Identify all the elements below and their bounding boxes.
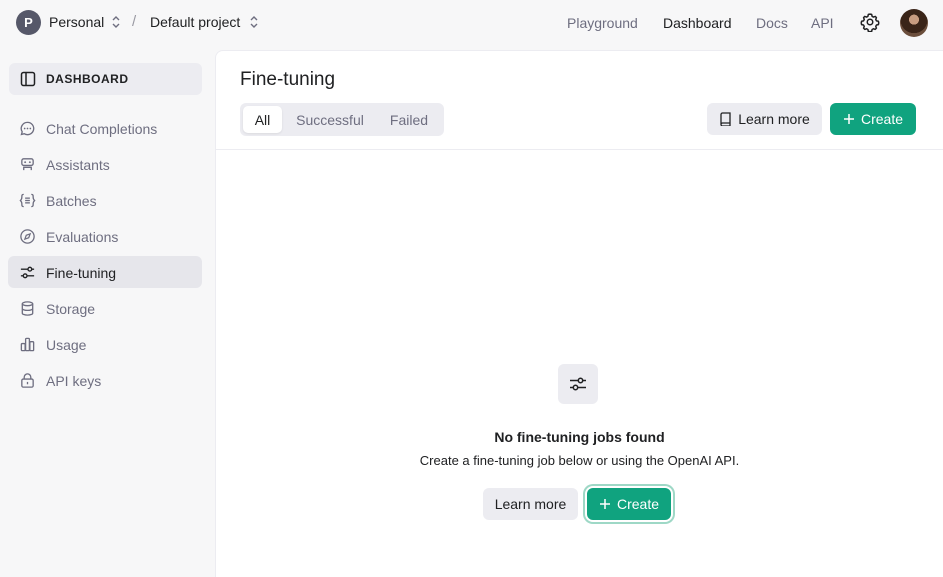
learn-more-label: Learn more <box>738 111 810 127</box>
project-switcher[interactable]: Default project <box>150 14 240 30</box>
sidebar-toggle-icon[interactable] <box>20 71 36 87</box>
chat-bubble-icon <box>20 121 35 136</box>
create-label: Create <box>860 111 904 127</box>
breadcrumb-separator: / <box>132 13 137 30</box>
sidebar-item-label: Usage <box>46 337 87 353</box>
bar-chart-icon <box>20 337 35 352</box>
empty-state-title: No fine-tuning jobs found <box>494 429 665 445</box>
braces-list-icon <box>19 193 36 208</box>
compass-icon <box>20 229 35 244</box>
nav-dashboard[interactable]: Dashboard <box>663 15 732 31</box>
tab-failed[interactable]: Failed <box>378 106 440 133</box>
tab-all[interactable]: All <box>243 106 282 133</box>
gear-icon[interactable] <box>860 12 880 32</box>
page-title: Fine-tuning <box>240 69 336 90</box>
sidebar-item-label: Batches <box>46 193 97 209</box>
book-icon <box>720 112 731 126</box>
sidebar-header[interactable]: DASHBOARD <box>9 63 202 95</box>
org-avatar[interactable]: P <box>16 10 41 35</box>
top-bar: P Personal / Default project Playground … <box>0 0 943 46</box>
empty-state-icon-box <box>558 364 598 404</box>
nav-docs[interactable]: Docs <box>756 15 788 31</box>
nav-api[interactable]: API <box>811 15 834 31</box>
plus-icon <box>843 114 854 124</box>
main-panel: Fine-tuning All Successful Failed Learn … <box>215 50 943 577</box>
sidebar-item-label: API keys <box>46 373 102 389</box>
sidebar-item-usage[interactable]: Usage <box>8 328 202 360</box>
sidebar-item-batches[interactable]: Batches <box>8 184 202 216</box>
sidebar-item-label: Assistants <box>46 157 110 173</box>
create-label: Create <box>616 496 660 512</box>
learn-more-label: Learn more <box>494 496 567 512</box>
sliders-icon <box>570 377 586 391</box>
sidebar-item-assistants[interactable]: Assistants <box>8 148 202 180</box>
sidebar-item-fine-tuning[interactable]: Fine-tuning <box>8 256 202 288</box>
org-switcher[interactable]: Personal <box>49 14 104 30</box>
empty-create-button[interactable]: Create <box>587 488 671 520</box>
sidebar-item-label: Fine-tuning <box>46 265 117 281</box>
sidebar: DASHBOARD Chat Completions Assistants Ba… <box>0 46 215 577</box>
sidebar-item-label: Chat Completions <box>46 121 158 137</box>
user-avatar[interactable] <box>900 9 928 37</box>
sidebar-item-storage[interactable]: Storage <box>8 292 202 324</box>
sidebar-item-evaluations[interactable]: Evaluations <box>8 220 202 252</box>
plus-icon <box>599 499 610 509</box>
chevron-up-down-icon[interactable] <box>111 15 121 29</box>
empty-state-subtitle: Create a fine-tuning job below or using … <box>419 453 740 468</box>
sidebar-item-api-keys[interactable]: API keys <box>8 364 202 396</box>
create-button[interactable]: Create <box>830 103 916 135</box>
filter-tabs: All Successful Failed <box>240 103 444 136</box>
learn-more-button[interactable]: Learn more <box>707 103 822 135</box>
tab-successful[interactable]: Successful <box>286 106 374 133</box>
sidebar-header-label: DASHBOARD <box>46 72 129 86</box>
chevron-up-down-icon[interactable] <box>249 15 259 29</box>
database-icon <box>21 301 34 316</box>
nav-playground[interactable]: Playground <box>567 15 638 31</box>
empty-learn-more-button[interactable]: Learn more <box>483 488 578 520</box>
lock-icon <box>21 373 34 388</box>
sliders-icon <box>20 266 35 279</box>
robot-icon <box>21 158 34 171</box>
sidebar-item-chat-completions[interactable]: Chat Completions <box>8 112 202 144</box>
header-divider <box>216 149 943 150</box>
sidebar-item-label: Storage <box>46 301 96 317</box>
sidebar-item-label: Evaluations <box>46 229 119 245</box>
